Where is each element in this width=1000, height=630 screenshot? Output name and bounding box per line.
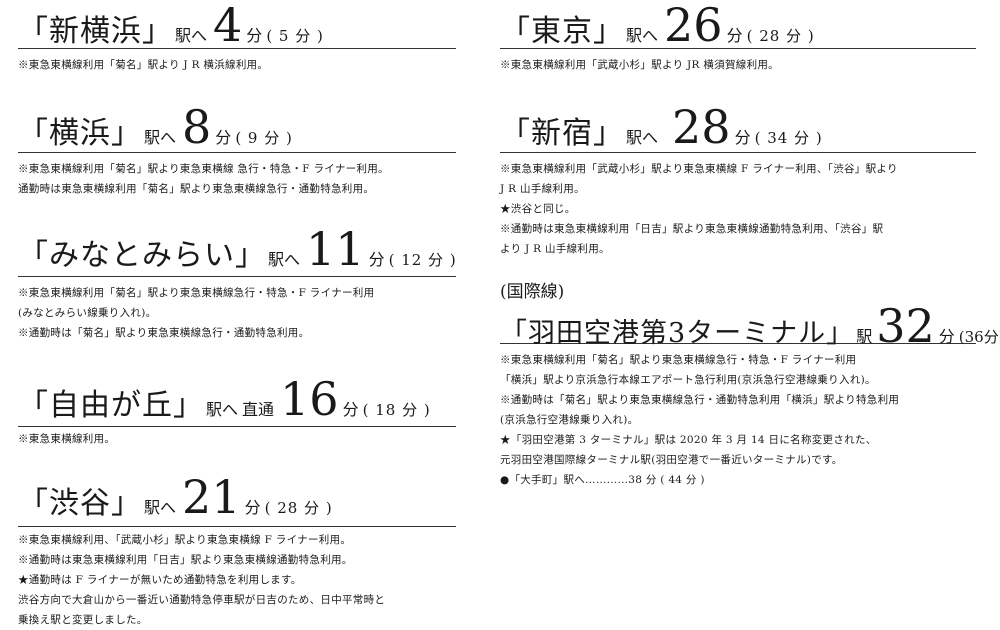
route-notes: ※東急東横線利用「菊名」駅より J R 横浜線利用。 bbox=[18, 55, 456, 75]
entry-haneda: (国際線) 「羽田空港第3ターミナル」 駅 32 分 (36分) ※東急東横線利… bbox=[500, 284, 1000, 490]
entry-heading: 「羽田空港第3ターミナル」 駅 32 分 (36分) bbox=[500, 303, 1000, 349]
note-line: より J R 山手線利用。 bbox=[500, 243, 610, 255]
note-line: J R 山手線利用。 bbox=[500, 183, 585, 195]
note-line: (みなとみらい線乗り入れ)。 bbox=[18, 307, 157, 319]
eki-label: 駅へ bbox=[175, 26, 208, 45]
note-line: 乗換え駅と変更しました。 bbox=[18, 614, 148, 626]
travel-minutes: 11 bbox=[306, 222, 365, 276]
travel-minutes: 16 bbox=[280, 372, 339, 426]
eki-label: 駅へ bbox=[268, 250, 301, 269]
minutes-unit: 分 bbox=[938, 327, 955, 346]
commute-minutes: ( 28 分 ) bbox=[746, 27, 815, 45]
note-line: ※通勤時は東急東横線利用「日吉」駅より東急東横線通勤特急利用、「渋谷」駅 bbox=[500, 223, 884, 235]
entry-shinjuku: 「新宿」 駅へ 28 分 ( 34 分 ) ※東急東横線利用「武蔵小杉」駅より東… bbox=[500, 104, 976, 259]
entry-minatomirai: 「みなとみらい」 駅へ 11 分 ( 12 分 ) ※東急東横線利用「菊名」駅よ… bbox=[18, 226, 456, 343]
eki-label: 駅へ bbox=[626, 26, 659, 45]
entry-heading: 「新宿」 駅へ 28 分 ( 34 分 ) bbox=[500, 104, 976, 153]
commute-minutes: ( 9 分 ) bbox=[235, 129, 293, 147]
commute-minutes: ( 12 分 ) bbox=[388, 251, 457, 269]
travel-minutes: 26 bbox=[664, 0, 723, 52]
minutes-unit: 分 bbox=[368, 250, 385, 269]
entry-yokohama: 「横浜」 駅へ 8 分 ( 9 分 ) ※東急東横線利用「菊名」駅より東急東横線… bbox=[18, 104, 456, 199]
route-notes: ※東急東横線利用「武蔵小杉」駅より東急東横線 F ライナー利用、「渋谷」駅より … bbox=[500, 159, 976, 259]
route-notes: ※東急東横線利用、「武蔵小杉」駅より東急東横線 F ライナー利用。 ※通勤時は東… bbox=[18, 530, 456, 630]
note-line: ※東急東横線利用「菊名」駅より東急東横線急行・特急・F ライナー利用 bbox=[18, 287, 375, 299]
entry-shinyokohama: 「新横浜」 駅へ 4 分 ( 5 分 ) ※東急東横線利用「菊名」駅より J R… bbox=[18, 2, 456, 75]
travel-minutes: 4 bbox=[213, 0, 243, 52]
station-name: 「みなとみらい」 bbox=[18, 238, 266, 273]
eki-label: 駅へ bbox=[626, 128, 659, 147]
route-notes: ※東急東横線利用「菊名」駅より東急東横線 急行・特急・F ライナー利用。 通勤時… bbox=[18, 159, 456, 199]
note-line: 「横浜」駅より京浜急行本線エアポート急行利用(京浜急行空港線乗り入れ)。 bbox=[500, 374, 876, 386]
entry-heading: 「自由が丘」 駅へ 直通 16 分 ( 18 分 ) bbox=[18, 376, 456, 427]
route-notes: ※東急東横線利用「菊名」駅より東急東横線急行・特急・F ライナー利用 (みなとみ… bbox=[18, 283, 456, 343]
note-line: ●「大手町」駅へ…………38 分 ( 44 分 ) bbox=[500, 474, 705, 486]
note-line: ※東急東横線利用「武蔵小杉」駅より JR 横須賀線利用。 bbox=[500, 59, 779, 71]
eki-label: 駅へ bbox=[206, 400, 239, 419]
eki-label: 駅へ bbox=[144, 498, 177, 517]
entry-tokyo: 「東京」 駅へ 26 分 ( 28 分 ) ※東急東横線利用「武蔵小杉」駅より … bbox=[500, 2, 976, 75]
minutes-unit: 分 bbox=[246, 26, 263, 45]
station-name: 「横浜」 bbox=[18, 116, 142, 151]
direct-label: 直通 bbox=[242, 400, 275, 419]
note-line: 渋谷方向で大倉山から一番近い通勤特急停車駅が日吉のため、日中平常時と bbox=[18, 594, 386, 606]
route-notes: ※東急東横線利用「菊名」駅より東急東横線急行・特急・F ライナー利用 「横浜」駅… bbox=[500, 350, 976, 490]
entry-heading: 「渋谷」 駅へ 21 分 ( 28 分 ) bbox=[18, 474, 456, 527]
eki-label: 駅 bbox=[856, 327, 873, 346]
station-name: 「新横浜」 bbox=[18, 14, 173, 49]
note-line: 元羽田空港国際線ターミナル駅(羽田空港で一番近いターミナル)です。 bbox=[500, 454, 843, 466]
note-line: ★「羽田空港第 3 ターミナル」駅は 2020 年 3 月 14 日に名称変更さ… bbox=[500, 434, 877, 446]
note-line: ※東急東横線利用、「武蔵小杉」駅より東急東横線 F ライナー利用。 bbox=[18, 534, 352, 546]
entry-heading: 「東京」 駅へ 26 分 ( 28 分 ) bbox=[500, 2, 976, 49]
note-line: ※東急東横線利用「菊名」駅より東急東横線急行・特急・F ライナー利用 bbox=[500, 354, 857, 366]
entry-jiyugaoka: 「自由が丘」 駅へ 直通 16 分 ( 18 分 ) ※東急東横線利用。 bbox=[18, 376, 456, 449]
note-line: ※東急東横線利用。 bbox=[18, 433, 116, 445]
entry-shibuya: 「渋谷」 駅へ 21 分 ( 28 分 ) ※東急東横線利用、「武蔵小杉」駅より… bbox=[18, 474, 456, 630]
note-line: 通勤時は東急東横線利用「菊名」駅より東急東横線急行・通勤特急利用。 bbox=[18, 183, 375, 195]
route-notes: ※東急東横線利用「武蔵小杉」駅より JR 横須賀線利用。 bbox=[500, 55, 976, 75]
note-line: ★通勤時は F ライナーが無いため通勤特急を利用します。 bbox=[18, 574, 302, 586]
note-line: ※東急東横線利用「武蔵小杉」駅より東急東横線 F ライナー利用、「渋谷」駅より bbox=[500, 163, 898, 175]
note-line: (京浜急行空港線乗り入れ)。 bbox=[500, 414, 639, 426]
commute-minutes: (36分) bbox=[958, 328, 1000, 346]
minutes-unit: 分 bbox=[342, 400, 359, 419]
commute-minutes: ( 18 分 ) bbox=[362, 401, 431, 419]
travel-minutes: 8 bbox=[182, 100, 212, 154]
eki-label: 駅へ bbox=[144, 128, 177, 147]
station-name: 「東京」 bbox=[500, 14, 624, 49]
note-line: ★渋谷と同じ。 bbox=[500, 203, 576, 215]
station-name: 「自由が丘」 bbox=[18, 388, 204, 423]
minutes-unit: 分 bbox=[734, 128, 751, 147]
note-line: ※通勤時は「菊名」駅より東急東横線急行・通勤特急利用「横浜」駅より特急利用 bbox=[500, 394, 900, 406]
entry-heading: 「新横浜」 駅へ 4 分 ( 5 分 ) bbox=[18, 2, 456, 49]
commute-minutes: ( 28 分 ) bbox=[264, 499, 333, 517]
note-line: ※東急東横線利用「菊名」駅より東急東横線 急行・特急・F ライナー利用。 bbox=[18, 163, 389, 175]
entry-heading: 「横浜」 駅へ 8 分 ( 9 分 ) bbox=[18, 104, 456, 153]
route-notes: ※東急東横線利用。 bbox=[18, 429, 456, 449]
station-name: 「新宿」 bbox=[500, 116, 624, 151]
note-line: ※通勤時は東急東横線利用「日吉」駅より東急東横線通勤特急利用。 bbox=[18, 554, 353, 566]
minutes-unit: 分 bbox=[215, 128, 232, 147]
entry-heading: 「みなとみらい」 駅へ 11 分 ( 12 分 ) bbox=[18, 226, 456, 277]
station-name: 「渋谷」 bbox=[18, 486, 142, 521]
travel-minutes: 21 bbox=[182, 470, 241, 524]
travel-minutes: 32 bbox=[876, 299, 935, 353]
commute-minutes: ( 34 分 ) bbox=[754, 129, 823, 147]
travel-minutes: 28 bbox=[672, 100, 731, 154]
minutes-unit: 分 bbox=[244, 498, 261, 517]
minutes-unit: 分 bbox=[726, 26, 743, 45]
commute-minutes: ( 5 分 ) bbox=[266, 27, 324, 45]
note-line: ※東急東横線利用「菊名」駅より J R 横浜線利用。 bbox=[18, 59, 269, 71]
station-name: 「羽田空港第3ターミナル」 bbox=[500, 318, 855, 349]
note-line: ※通勤時は「菊名」駅より東急東横線急行・通勤特急利用。 bbox=[18, 327, 310, 339]
